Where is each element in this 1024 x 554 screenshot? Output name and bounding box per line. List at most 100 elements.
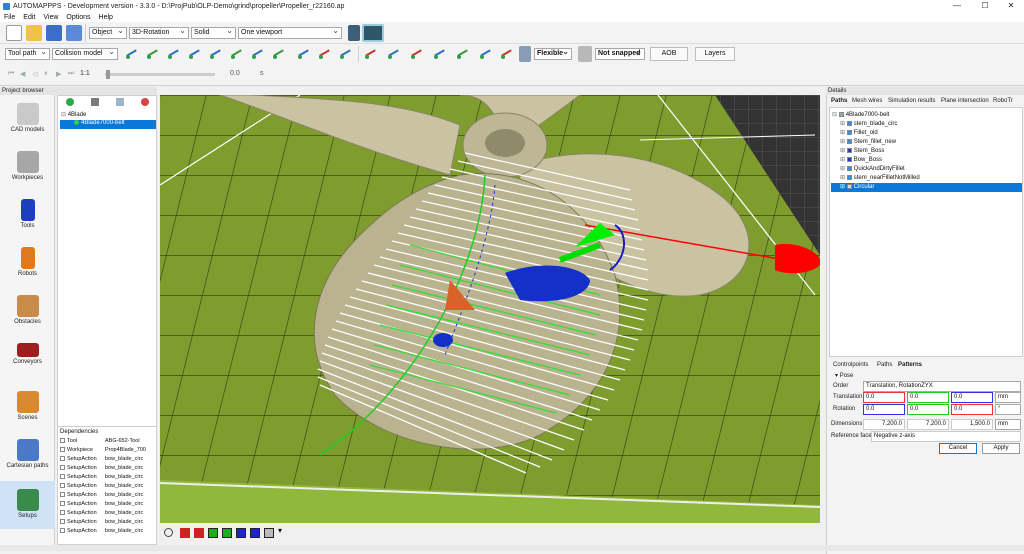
translation-z-field[interactable]: 0.0 [951,392,993,403]
nav-robots[interactable]: Robots [0,239,55,287]
viewport-select[interactable]: One viewport [238,27,342,39]
tree-child-selected[interactable]: 4Blade7000-belt [60,120,156,129]
play-back-icon[interactable]: ◁ [32,70,37,78]
save-setup-icon[interactable] [91,98,99,106]
dependency-row[interactable]: SetupAction bow_blade_circ [60,492,143,498]
rotation-x-field[interactable]: 0.0 [863,404,905,415]
path-item[interactable]: ⊞ stem_nearFilletNotMilled [840,174,920,181]
dimension-unit-select[interactable]: mm [995,419,1021,430]
apply-button[interactable]: Apply [982,443,1020,454]
dependency-row[interactable]: SetupAction bow_blade_circ [60,465,143,471]
scene-canvas[interactable] [160,95,820,523]
new-file-icon[interactable] [6,25,22,41]
step-back-icon[interactable]: ◀ [20,70,25,78]
dependency-row[interactable]: Workpiece Prop4Blade_700 [60,447,146,453]
nav-cartesian-paths[interactable]: Cartesian paths [0,431,55,479]
menu-view[interactable]: View [39,14,62,21]
translation-x-field[interactable]: 0.0 [863,392,905,403]
menu-edit[interactable]: Edit [19,14,39,21]
path-tool-4-icon[interactable] [187,46,202,61]
path-tool-10-icon[interactable] [317,46,332,61]
nav-tools[interactable]: Tools [0,191,55,239]
path-item[interactable]: ⊞ Stem_fillet_new [840,138,896,145]
delete-icon[interactable] [141,98,149,106]
flexible-select[interactable]: Flexible [534,48,572,60]
view-dropdown-icon[interactable]: ▾ [278,526,282,535]
export-icon[interactable] [116,98,124,106]
close-button[interactable]: ✕ [998,0,1024,12]
path-tool-6-icon[interactable] [229,46,244,61]
3d-viewport[interactable] [160,95,820,523]
nav-cad-models[interactable]: CAD models [0,95,55,143]
view-back-icon[interactable] [194,528,204,538]
tree-root[interactable]: ⊟ 4Blade [61,111,86,118]
pose-group-label[interactable]: ▾ Pose [835,372,853,379]
path-item[interactable]: ⊞ Stem_Boss [840,147,884,154]
reference-face-select[interactable]: Negative z-axis [871,431,1021,442]
path-item-selected[interactable]: ⊞ Circular [831,183,1022,192]
tab-mesh-wires[interactable]: Mesh wires [852,98,882,104]
view-bottom-icon[interactable] [250,528,260,538]
save-as-icon[interactable] [66,25,82,41]
path-tool-5-icon[interactable] [208,46,223,61]
path-tool-2-icon[interactable] [145,46,160,61]
tab-paths[interactable]: Paths [831,98,847,104]
aob-button[interactable]: AOB [650,47,688,61]
layout-grid-icon[interactable] [362,24,384,42]
rotation-z-field[interactable]: 0.0 [951,404,993,415]
object-select[interactable]: Object [89,27,127,39]
shading-select[interactable]: Solid [191,27,236,39]
minimize-button[interactable]: — [944,0,970,12]
rotation-unit-select[interactable]: ° [995,404,1021,415]
path-tool-7-icon[interactable] [250,46,265,61]
path-tool-13-icon[interactable] [386,46,401,61]
dimension-y-field[interactable]: 7,200.0 [907,419,949,430]
tab-simulation-results[interactable]: Simulation results [888,98,935,104]
dependency-row[interactable]: SetupAction bow_blade_circ [60,483,143,489]
timeline-slider[interactable] [105,73,215,76]
play-icon[interactable]: ▶ [56,70,61,78]
zoom-icon[interactable] [164,528,173,537]
path-item[interactable]: ⊞ stem_blade_circ [840,120,897,127]
nav-obstacles[interactable]: Obstacles [0,287,55,335]
path-tool-18-icon[interactable] [499,46,514,61]
nav-scenes[interactable]: Scenes [0,383,55,431]
nav-setups[interactable]: Setups [0,481,55,529]
path-tool-17-icon[interactable] [478,46,493,61]
subtab-patterns[interactable]: Patterns [898,362,922,368]
menu-options[interactable]: Options [62,14,94,21]
timeline-handle[interactable] [106,70,110,79]
paths-tree-root[interactable]: ⊟ 4Blade7000-belt [832,111,889,118]
snap-select[interactable]: Not snapped [595,48,645,60]
subtab-controlpoints[interactable]: Controlpoints [833,362,868,368]
path-tool-9-icon[interactable] [296,46,311,61]
pause-icon[interactable]: ⏸ [44,70,48,78]
save-icon[interactable] [46,25,62,41]
translation-y-field[interactable]: 0.0 [907,392,949,403]
view-iso-icon[interactable] [264,528,274,538]
view-left-icon[interactable] [208,528,218,538]
view-front-icon[interactable] [180,528,190,538]
path-item[interactable]: ⊞ Bow_Boss [840,156,882,163]
speed-value[interactable]: 1:1 [80,70,90,77]
layers-button[interactable]: Layers [695,47,735,61]
dependency-row[interactable]: Tool ABG-652-Tool [60,438,140,444]
maximize-button[interactable]: ☐ [972,0,998,12]
rotation-select[interactable]: 3D-Rotation [129,27,189,39]
path-tool-16-icon[interactable] [455,46,470,61]
dependency-row[interactable]: SetupAction bow_blade_circ [60,456,143,462]
view-top-icon[interactable] [236,528,246,538]
open-folder-icon[interactable] [26,25,42,41]
path-tool-11-icon[interactable] [338,46,353,61]
menu-file[interactable]: File [0,14,19,21]
path-tool-15-icon[interactable] [432,46,447,61]
path-tool-12-icon[interactable] [363,46,378,61]
dimension-x-field[interactable]: 7,200.0 [863,419,905,430]
dimension-z-field[interactable]: 1,500.0 [951,419,993,430]
path-tool-14-icon[interactable] [409,46,424,61]
dependency-row[interactable]: SetupAction bow_blade_circ [60,519,143,525]
fast-forward-icon[interactable]: ⏭ [68,70,74,78]
path-item[interactable]: ⊞ Fillet_old [840,129,878,136]
tab-robotr[interactable]: RoboTr [993,98,1013,104]
rotation-y-field[interactable]: 0.0 [907,404,949,415]
